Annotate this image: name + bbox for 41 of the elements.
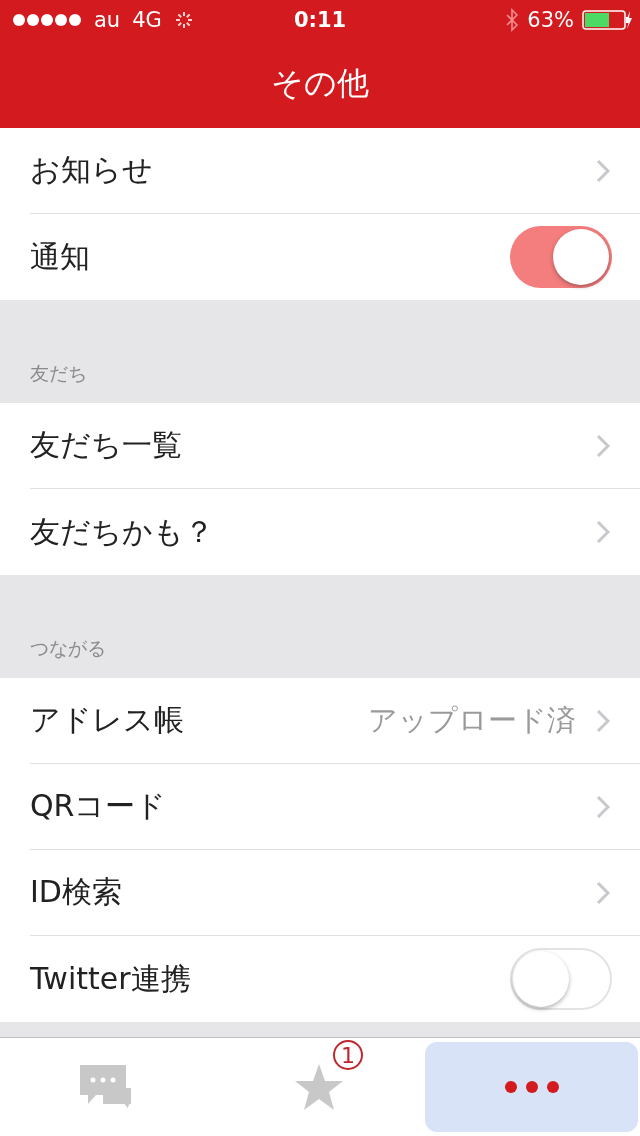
- settings-row[interactable]: 通知: [30, 214, 640, 300]
- row-value: アップロード済: [368, 701, 576, 739]
- section-header: つながる: [30, 636, 106, 661]
- settings-row[interactable]: お知らせ: [30, 128, 640, 214]
- more-icon: [503, 1080, 560, 1094]
- bluetooth-icon: [505, 8, 520, 32]
- time-label: 0:11: [293, 8, 347, 32]
- settings-row[interactable]: アドレス帳 アップロード済: [30, 678, 640, 764]
- row-label: 友だち一覧: [30, 426, 183, 464]
- carrier-label: au: [94, 8, 121, 32]
- chevron-icon: [596, 708, 610, 733]
- row-label: ID検索: [30, 873, 123, 911]
- star-icon: [293, 1062, 345, 1112]
- settings-row[interactable]: Twitter連携: [30, 936, 640, 1022]
- row-label: お知らせ: [30, 151, 154, 189]
- chevron-icon: [596, 880, 610, 905]
- settings-row[interactable]: 友だち一覧: [30, 403, 640, 489]
- toggle-switch[interactable]: [510, 226, 612, 288]
- section-header: 友だち: [30, 361, 87, 386]
- row-label: アドレス帳: [30, 701, 185, 739]
- settings-row[interactable]: ID検索: [30, 850, 640, 936]
- toggle-switch[interactable]: [510, 948, 612, 1010]
- signal-icon: [12, 13, 82, 27]
- battery-percent: 63%: [527, 8, 574, 32]
- nav-title: その他: [271, 63, 369, 104]
- battery-icon: [582, 10, 632, 30]
- row-label: 友だちかも？: [30, 512, 215, 551]
- tab-item[interactable]: 1: [212, 1042, 426, 1132]
- settings-row[interactable]: QRコード: [30, 764, 640, 850]
- notification-badge: 1: [333, 1040, 363, 1070]
- row-label: QRコード: [30, 787, 168, 825]
- chevron-icon: [596, 794, 610, 819]
- chevron-icon: [596, 520, 610, 544]
- chevron-icon: [596, 158, 610, 183]
- network-label: 4G: [132, 8, 162, 32]
- activity-icon: [173, 10, 194, 30]
- row-label: Twitter連携: [30, 959, 192, 998]
- row-label: 通知: [30, 237, 91, 276]
- tab-item[interactable]: [425, 1042, 638, 1132]
- chevron-icon: [596, 433, 610, 458]
- settings-row[interactable]: 友だちかも？: [30, 489, 640, 575]
